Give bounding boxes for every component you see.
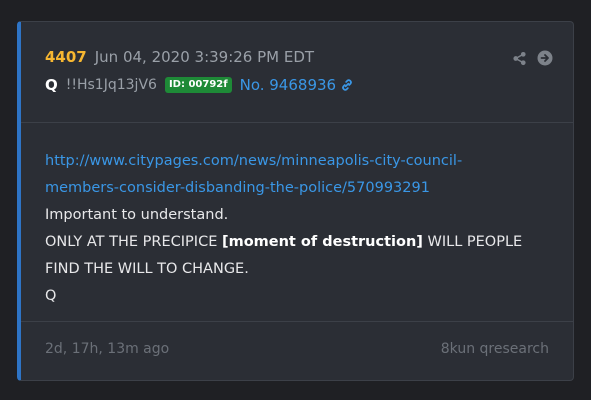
signature: Q — [45, 288, 57, 304]
body-line: ONLY AT THE PRECIPICE [moment of destruc… — [45, 229, 553, 256]
arrow-right-circle-icon[interactable] — [537, 50, 553, 70]
link-icon — [340, 78, 354, 92]
tripcode: !!Hs1Jq13jV6 — [65, 77, 157, 93]
author-name: Q — [45, 76, 58, 94]
id-badge[interactable]: ID: 00792f — [164, 77, 232, 93]
post-number[interactable]: 4407 — [45, 48, 87, 66]
post-meta-row: 4407 Jun 04, 2020 3:39:26 PM EDT — [45, 48, 314, 66]
body-line: FIND THE WILL TO CHANGE. — [45, 261, 249, 277]
post-body: http://www.citypages.com/news/minneapoli… — [45, 148, 553, 310]
post-source[interactable]: 8kun qresearch — [441, 341, 549, 357]
body-text: WILL PEOPLE — [422, 234, 523, 250]
post-actions — [512, 50, 553, 70]
post-header: 4407 Jun 04, 2020 3:39:26 PM EDT Q !!Hs1… — [21, 22, 573, 123]
body-emphasis: [moment of destruction] — [221, 234, 423, 250]
body-line: Important to understand. — [45, 207, 229, 223]
share-icon[interactable] — [512, 51, 527, 70]
body-text: ONLY AT THE PRECIPICE — [45, 234, 222, 250]
post-url-line2: members-consider-disbanding-the-police/5… — [45, 180, 430, 196]
post-author-row: Q !!Hs1Jq13jV6 ID: 00792f No. 9468936 — [45, 76, 354, 94]
post-footer: 2d, 17h, 13m ago 8kun qresearch — [21, 321, 573, 380]
post-url-line1: http://www.citypages.com/news/minneapoli… — [45, 153, 463, 169]
post-timestamp: Jun 04, 2020 3:39:26 PM EDT — [94, 48, 315, 66]
post-link-label: No. 9468936 — [239, 76, 337, 94]
post-card: 4407 Jun 04, 2020 3:39:26 PM EDT Q !!Hs1… — [17, 21, 574, 381]
post-link[interactable]: No. 9468936 — [240, 76, 354, 94]
post-url[interactable]: http://www.citypages.com/news/minneapoli… — [45, 148, 553, 202]
post-age: 2d, 17h, 13m ago — [45, 341, 170, 357]
